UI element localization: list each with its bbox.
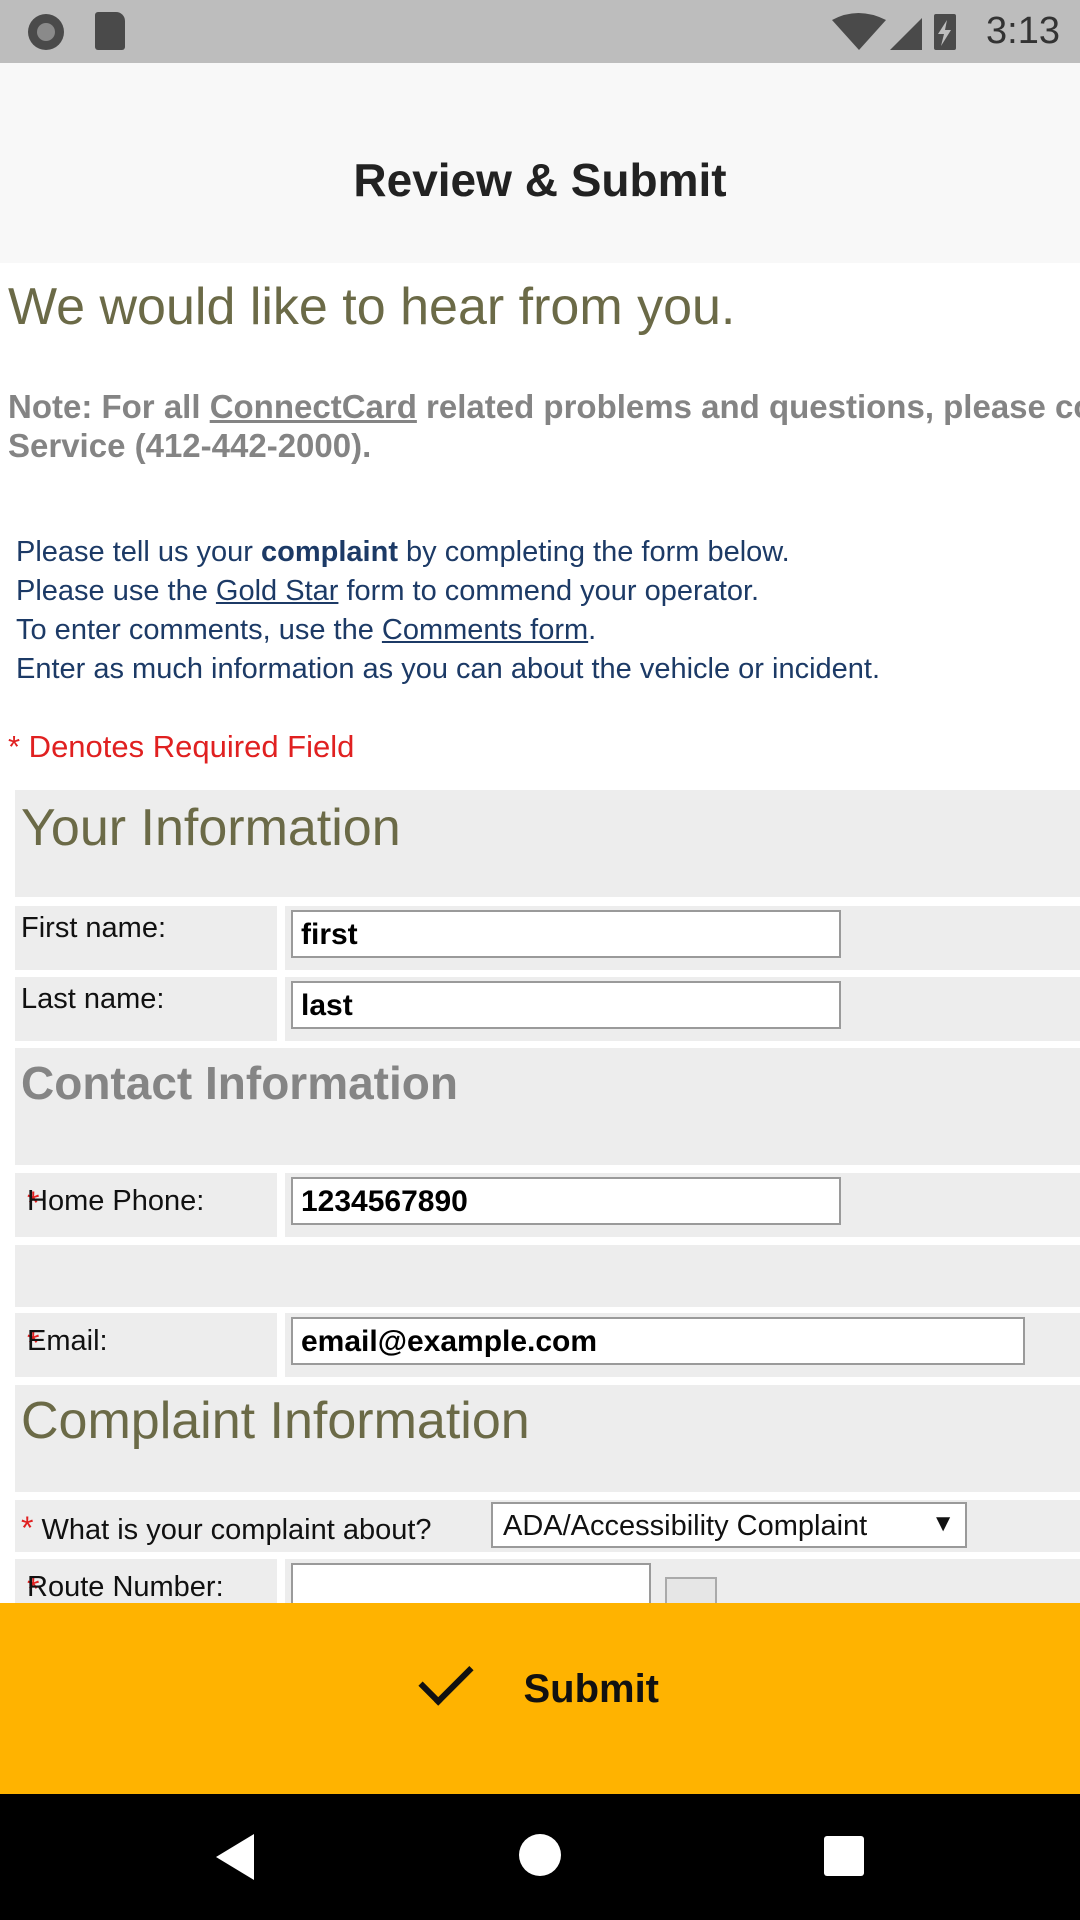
system-nav-bar bbox=[0, 1794, 1080, 1920]
dropdown-arrow-icon: ▼ bbox=[931, 1510, 955, 1537]
instructions: Please tell us your complaint by complet… bbox=[16, 536, 881, 685]
signal-icons bbox=[832, 13, 956, 50]
home-phone-row: * Home Phone: 1234567890 bbox=[15, 1173, 1080, 1237]
complaint-type-select[interactable]: ADA/Accessibility Complaint ▼ bbox=[491, 1502, 967, 1548]
required-field-note: * Denotes Required Field bbox=[8, 729, 355, 764]
email-label: Email: bbox=[27, 1325, 108, 1357]
intro-heading: We would like to hear from you. bbox=[8, 278, 736, 336]
page-title: Review & Submit bbox=[353, 154, 727, 206]
wifi-icon bbox=[832, 13, 886, 50]
app-header: Review & Submit bbox=[0, 63, 1080, 263]
back-icon[interactable] bbox=[216, 1834, 254, 1880]
section-title: Complaint Information bbox=[21, 1392, 530, 1450]
section-your-information: Your Information bbox=[15, 790, 1080, 897]
first-name-row: First name: first bbox=[15, 906, 1080, 970]
submit-label: Submit bbox=[523, 1667, 659, 1711]
required-star: * bbox=[21, 1510, 34, 1546]
comments-form-link[interactable]: Comments form bbox=[382, 614, 588, 646]
status-bar: 3:13 bbox=[0, 0, 1080, 63]
route-number-input[interactable] bbox=[291, 1563, 651, 1603]
home-phone-input[interactable]: 1234567890 bbox=[291, 1177, 841, 1225]
section-title: Contact Information bbox=[21, 1057, 458, 1109]
signal-icon bbox=[890, 18, 922, 50]
last-name-input[interactable]: last bbox=[291, 981, 841, 1029]
home-phone-label: Home Phone: bbox=[27, 1185, 205, 1217]
section-complaint-information: Complaint Information bbox=[15, 1385, 1080, 1492]
complaint-about-row: * What is your complaint about? ADA/Acces… bbox=[15, 1500, 1080, 1552]
last-name-row: Last name: last bbox=[15, 977, 1080, 1041]
section-contact-information: Contact Information bbox=[15, 1048, 1080, 1165]
home-icon[interactable] bbox=[519, 1834, 561, 1876]
connectcard-link[interactable]: ConnectCard bbox=[210, 388, 417, 425]
email-input[interactable]: email@example.com bbox=[291, 1317, 1025, 1365]
recent-apps-icon[interactable] bbox=[824, 1836, 864, 1876]
route-number-label: Route Number: bbox=[27, 1571, 224, 1603]
section-title: Your Information bbox=[21, 799, 401, 857]
notification-circle-icon bbox=[28, 14, 64, 50]
email-row: * Email: email@example.com bbox=[15, 1313, 1080, 1377]
connectcard-note: Note: For all ConnectCard related proble… bbox=[8, 388, 1080, 464]
route-number-row: * Route Number: bbox=[15, 1559, 1080, 1603]
sd-card-icon bbox=[95, 12, 125, 50]
empty-row bbox=[15, 1245, 1080, 1307]
form-content[interactable]: We would like to hear from you. Note: Fo… bbox=[0, 263, 1080, 1603]
status-time: 3:13 bbox=[986, 10, 1060, 52]
route-lookup-icon[interactable] bbox=[665, 1577, 717, 1603]
gold-star-link[interactable]: Gold Star bbox=[216, 575, 339, 607]
first-name-label: First name: bbox=[21, 912, 167, 944]
complaint-about-label: What is your complaint about? bbox=[41, 1514, 432, 1546]
first-name-input[interactable]: first bbox=[291, 910, 841, 958]
last-name-label: Last name: bbox=[21, 983, 165, 1015]
submit-button[interactable]: Submit bbox=[0, 1603, 1080, 1794]
check-icon bbox=[418, 1650, 474, 1706]
